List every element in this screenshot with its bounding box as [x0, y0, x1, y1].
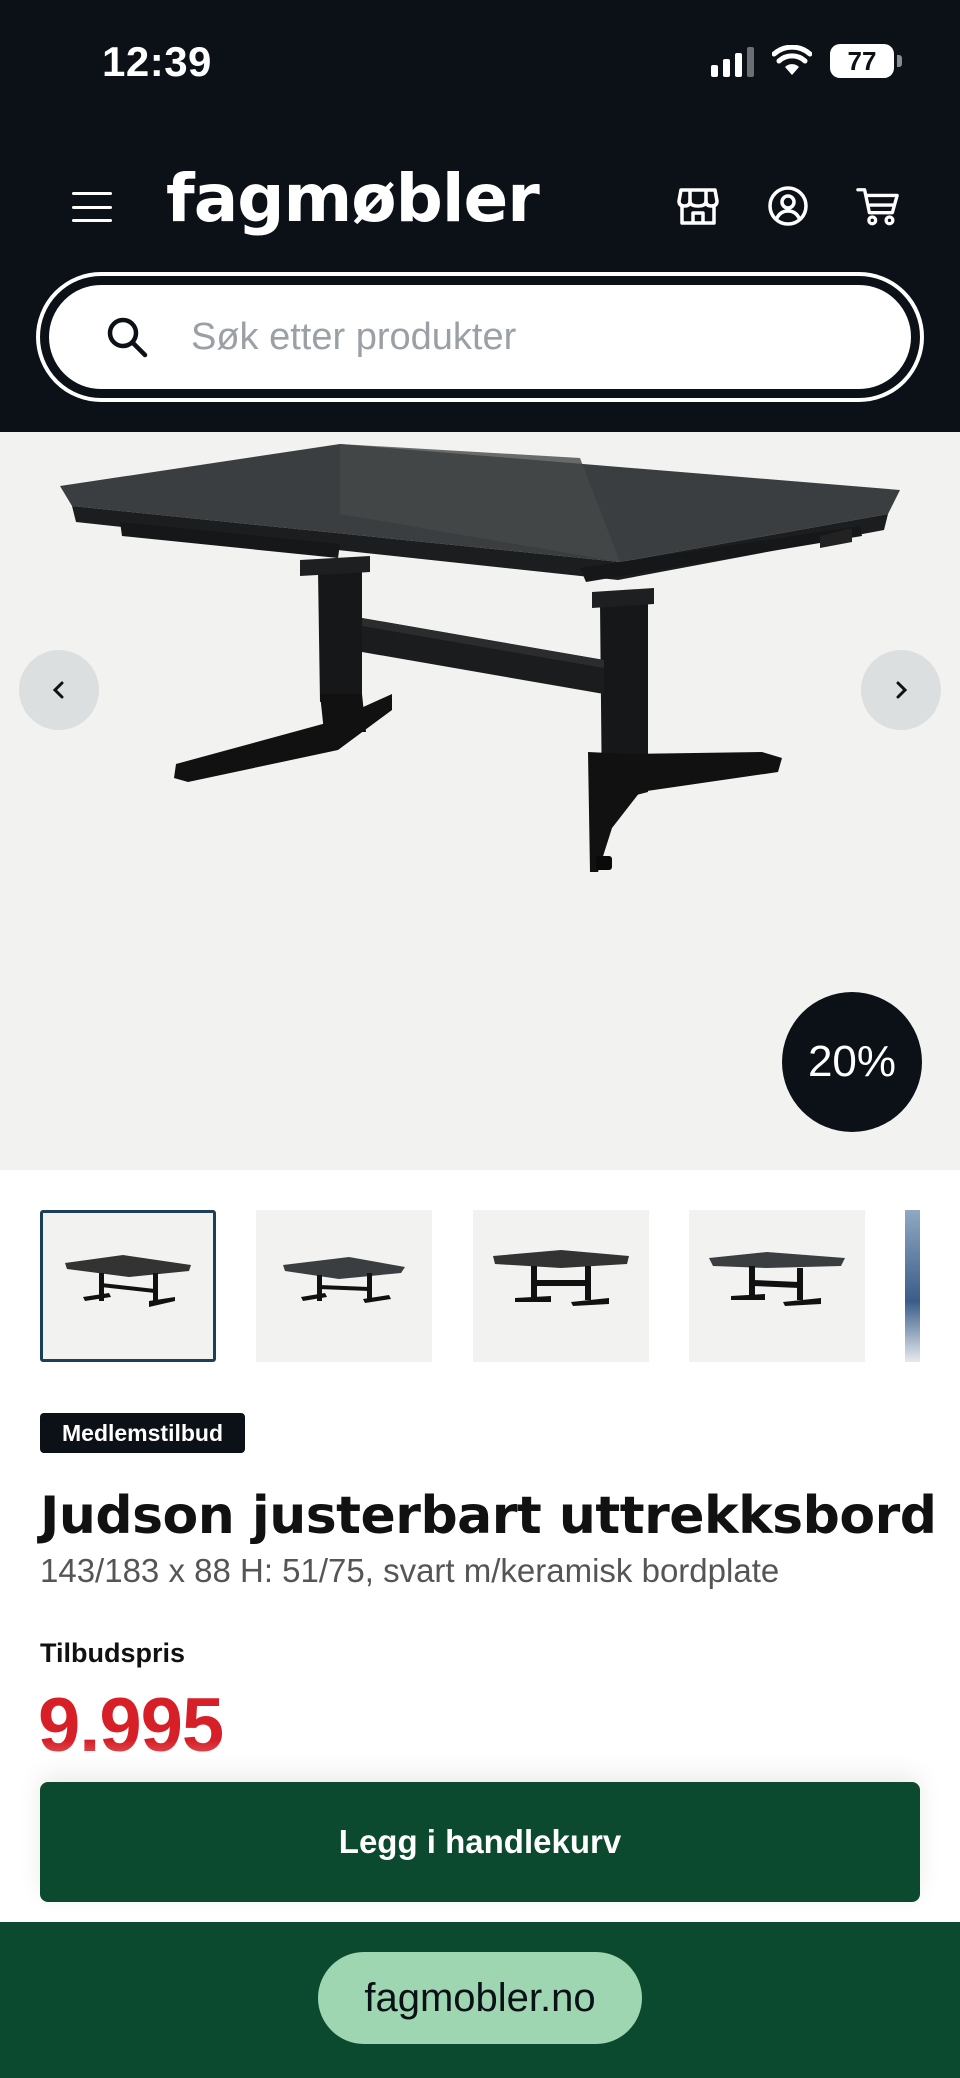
- thumbnail-image: [283, 1257, 405, 1303]
- carousel-next-button[interactable]: [861, 650, 941, 730]
- member-offer-badge: Medlemstilbud: [40, 1413, 246, 1453]
- product-title: Judson justerbart uttrekksbord: [40, 1486, 937, 1546]
- cart-icon[interactable]: [856, 184, 900, 228]
- discount-badge: 20%: [782, 992, 922, 1132]
- store-icon[interactable]: [676, 184, 720, 228]
- account-icon[interactable]: [766, 184, 810, 228]
- brand-logo[interactable]: fagmøbler: [166, 160, 540, 237]
- thumbnail-image: [709, 1252, 845, 1306]
- search-bar[interactable]: [36, 272, 924, 402]
- search-input[interactable]: [191, 315, 831, 359]
- thumbnail-image: [493, 1250, 629, 1306]
- status-time: 12:39: [102, 38, 212, 85]
- thumbnail-1[interactable]: [40, 1210, 216, 1362]
- browser-bottom-bar: fagmobler.no: [0, 1922, 960, 2078]
- thumbnail-5[interactable]: [905, 1210, 920, 1362]
- menu-icon[interactable]: [72, 192, 112, 222]
- signal-icon: [711, 45, 754, 77]
- thumbnail-4[interactable]: [689, 1210, 865, 1362]
- chevron-left-icon: [52, 681, 64, 699]
- thumbnail-3[interactable]: [473, 1210, 649, 1362]
- search-field[interactable]: [46, 282, 914, 392]
- chevron-right-icon: [896, 681, 908, 699]
- add-to-cart-button[interactable]: Legg i handlekurv: [40, 1782, 920, 1902]
- price-label: Tilbudspris: [40, 1638, 186, 1668]
- product-image-carousel[interactable]: 20%: [0, 432, 960, 1170]
- header-actions: [676, 184, 900, 228]
- wifi-icon: [772, 45, 812, 75]
- thumbnail-2[interactable]: [256, 1210, 432, 1362]
- search-icon: [107, 317, 148, 358]
- url-pill[interactable]: fagmobler.no: [318, 1952, 642, 2044]
- carousel-prev-button[interactable]: [19, 650, 99, 730]
- status-icons: 77: [711, 44, 902, 78]
- battery-icon: 77: [830, 44, 902, 78]
- top-header: 12:39 77 fagmøbler: [0, 0, 960, 432]
- thumbnail-strip: [40, 1210, 920, 1362]
- thumbnail-image: [65, 1255, 191, 1307]
- product-subtitle: 143/183 x 88 H: 51/75, svart m/keramisk …: [40, 1552, 780, 1589]
